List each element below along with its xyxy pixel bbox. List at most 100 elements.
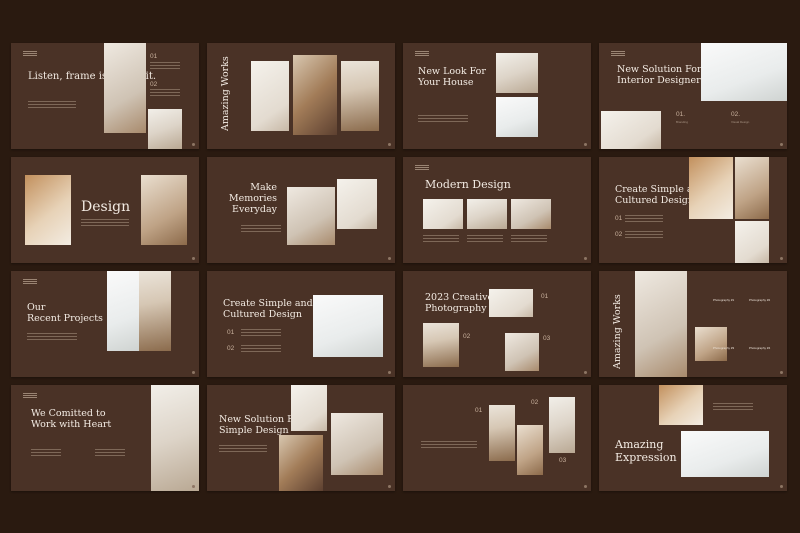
slide-title: Design: [81, 199, 131, 215]
body-text: [150, 89, 180, 97]
body-text: [81, 219, 129, 227]
slide-grid: Listen, frame is the limit. 01 02 Amazin…: [11, 43, 787, 491]
page-dot: [192, 371, 195, 374]
slide-logo: [23, 393, 37, 398]
slide-new-look[interactable]: New Look For Your House: [403, 43, 591, 149]
page-dot: [780, 371, 783, 374]
slide-title: 2023 Creative Photography: [425, 292, 494, 314]
slide-create-simple-1[interactable]: Create Simple and Cultured Design 01 02: [599, 157, 787, 263]
page-dot: [192, 143, 195, 146]
photo-basket: [25, 175, 71, 245]
number-label: 01: [475, 407, 483, 414]
body-text: [241, 329, 281, 337]
slide-amazing-works-2[interactable]: Amazing Works Photography #1 Photography…: [599, 271, 787, 377]
slide-make-memories[interactable]: Make Memories Everyday: [207, 157, 395, 263]
body-text: [625, 215, 663, 223]
page-dot: [584, 143, 587, 146]
photo-plant-room: [107, 271, 139, 351]
photo-shelf-decor: [293, 55, 337, 135]
body-text: [31, 449, 61, 457]
photo-candles: [467, 199, 507, 229]
photo-tile: [695, 327, 727, 361]
body-text: [241, 345, 281, 353]
slide-amazing-expression[interactable]: Amazing Expression: [599, 385, 787, 491]
page-dot: [192, 485, 195, 488]
body-text: [27, 333, 77, 341]
item-label: Branding: [676, 120, 689, 124]
photo-vase-dried: [735, 157, 769, 219]
slide-amazing-works[interactable]: Amazing Works: [207, 43, 395, 149]
body-text: [241, 225, 281, 233]
body-text: [511, 235, 547, 243]
number-label: 02.: [731, 111, 741, 118]
photo-dried-grass: [141, 175, 187, 245]
photo-chair: [511, 199, 551, 229]
photo-wall-art: [331, 413, 383, 475]
photo-doorway: [517, 425, 543, 475]
page-dot: [584, 257, 587, 260]
photo-towels: [423, 199, 463, 229]
photo-window-room: [251, 61, 289, 131]
photo-hallway: [489, 405, 515, 461]
slide-logo: [23, 51, 37, 56]
photo-plant-pot: [601, 111, 661, 149]
body-text: [28, 101, 76, 109]
photo-bouquet: [701, 43, 787, 101]
body-text: [418, 115, 468, 123]
slide-title: Make Memories Everyday: [228, 182, 277, 215]
photo-plant: [496, 97, 538, 137]
photo-bedroom: [489, 289, 533, 317]
page-dot: [388, 257, 391, 260]
item-label: Photography #1: [713, 298, 735, 302]
number-label: 03: [543, 335, 551, 342]
item-label: Photography #2: [749, 298, 771, 302]
photo-shelf: [549, 397, 575, 453]
number-label: 02: [615, 231, 623, 238]
page-dot: [780, 257, 783, 260]
item-label: Photography #4: [749, 346, 771, 350]
photo-mirror: [291, 385, 327, 431]
slide-listen-frame[interactable]: Listen, frame is the limit. 01 02: [11, 43, 199, 149]
body-text: [467, 235, 503, 243]
number-label: 01: [150, 53, 158, 60]
body-text: [625, 231, 663, 239]
slide-logo: [415, 51, 429, 56]
slide-title: New Solution For Interior Designers: [617, 64, 706, 86]
page-dot: [192, 257, 195, 260]
page-dot: [388, 485, 391, 488]
slide-title: We Comitted to Work with Heart: [31, 408, 112, 430]
number-label: 01: [615, 215, 623, 222]
body-text: [423, 235, 459, 243]
photo-ceramics: [735, 221, 769, 263]
photo-living-room: [279, 435, 323, 491]
slide-modern-design[interactable]: Modern Design: [403, 157, 591, 263]
slide-logo: [415, 165, 429, 170]
item-label: Visual Design: [731, 120, 750, 124]
page-dot: [584, 371, 587, 374]
page-dot: [388, 371, 391, 374]
slide-recent-projects[interactable]: Our Recent Projects: [11, 271, 199, 377]
page-dot: [780, 485, 783, 488]
body-text: [95, 449, 125, 457]
photo-couple: [287, 187, 335, 245]
number-label: 02: [227, 345, 235, 352]
slide-design[interactable]: Design: [11, 157, 199, 263]
slide-numbered-gallery[interactable]: 01 02 03: [403, 385, 591, 491]
photo-candle: [689, 157, 733, 219]
slide-title: Create Simple and Cultured Design: [223, 298, 313, 320]
slide-new-solution-interior[interactable]: New Solution For Interior Designers 01. B…: [599, 43, 787, 149]
photo-vases: [496, 53, 538, 93]
slide-create-simple-2[interactable]: Create Simple and Cultured Design 01 02: [207, 271, 395, 377]
number-label: 01: [227, 329, 235, 336]
page-dot: [388, 143, 391, 146]
body-text: [150, 62, 180, 70]
slide-new-solution-simple[interactable]: New Solution For Simple Design: [207, 385, 395, 491]
photo-hanging-clothes: [423, 323, 459, 367]
body-text: [421, 441, 477, 449]
photo-woman-hat: [337, 179, 377, 229]
slide-creative-photography[interactable]: 2023 Creative Photography 01 02 03: [403, 271, 591, 377]
number-label: 02: [531, 399, 539, 406]
page-dot: [780, 143, 783, 146]
slide-committed[interactable]: We Comitted to Work with Heart: [11, 385, 199, 491]
body-text: [713, 403, 753, 411]
